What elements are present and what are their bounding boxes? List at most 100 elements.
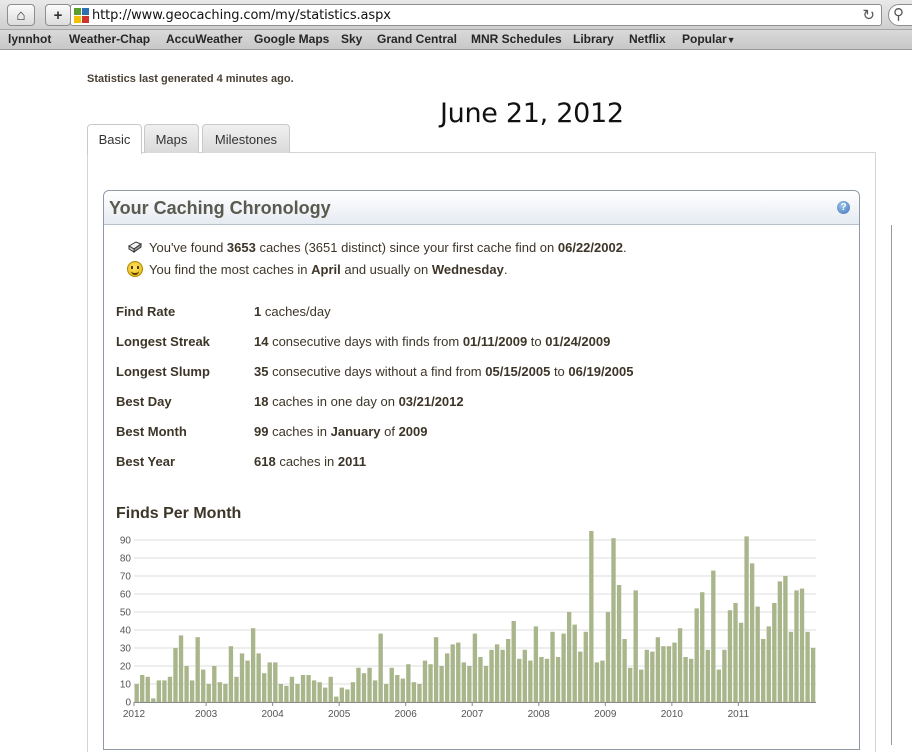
bar-2010-06 [666, 646, 672, 702]
bar-2010-03 [650, 651, 655, 702]
bookmark-netflix[interactable]: Netflix [629, 32, 666, 46]
url-text[interactable]: http://www.geocaching.com/my/statistics.… [92, 8, 391, 23]
bar-2011-07 [738, 622, 744, 702]
home-icon[interactable]: ⌂ [7, 4, 35, 26]
bookmark-weather-chap[interactable]: Weather-Chap [69, 32, 150, 46]
bar-2012-02 [777, 581, 783, 702]
address-bar[interactable]: http://www.geocaching.com/my/statistics.… [70, 4, 882, 26]
bar-2007-02 [445, 653, 450, 702]
tab-basic[interactable]: Basic [87, 124, 142, 154]
bookmark-mnr-schedules[interactable]: MNR Schedules [471, 32, 562, 46]
bar-2005-08 [345, 689, 350, 702]
bar-2012-01 [772, 603, 777, 702]
stat-value: 35 consecutive days without a find from … [254, 364, 634, 379]
bar-2006-01 [372, 680, 378, 702]
bar-2003-03 [184, 666, 189, 702]
x-tick-label: 2005 [328, 709, 351, 720]
bar-2008-06 [533, 626, 539, 702]
search-field[interactable]: ⚲ [888, 4, 912, 26]
bar-2002-09 [151, 698, 156, 702]
bookmark-library[interactable]: Library [573, 32, 614, 46]
bar-2011-02 [711, 570, 716, 702]
bar-2011-03 [716, 669, 722, 702]
bar-2008-10 [555, 657, 561, 702]
y-tick-label: 0 [125, 698, 131, 709]
bar-2002-10 [156, 680, 162, 702]
bar-2007-08 [478, 657, 483, 702]
frequency-summary: You find the most caches in April and us… [149, 262, 508, 277]
bookmark-grand-central[interactable]: Grand Central [377, 32, 457, 46]
bar-2007-01 [439, 666, 444, 702]
help-icon[interactable]: ? [837, 201, 850, 214]
bar-2007-11 [494, 644, 500, 702]
bookmark-google-maps[interactable]: Google Maps [254, 32, 329, 46]
add-bookmark-button[interactable]: + [45, 4, 71, 26]
bar-2005-12 [367, 667, 372, 702]
bar-2010-09 [683, 657, 688, 702]
bar-2004-06 [267, 662, 272, 702]
bar-2004-09 [284, 685, 289, 702]
bookmark-lynnhot[interactable]: lynnhot [8, 32, 51, 46]
reload-icon[interactable]: ↻ [862, 6, 875, 24]
bar-2009-02 [578, 651, 583, 702]
bar-2002-12 [167, 676, 173, 702]
bar-2006-10 [422, 660, 428, 702]
bar-2003-08 [212, 666, 217, 702]
bar-2004-01 [239, 653, 245, 702]
bar-2011-10 [755, 606, 760, 702]
bar-2011-08 [744, 536, 749, 702]
stat-label: Longest Streak [116, 334, 210, 349]
bar-2004-10 [289, 676, 295, 702]
bar-2009-01 [572, 624, 577, 702]
bar-2003-11 [228, 646, 234, 702]
bar-2009-06 [600, 660, 605, 702]
bar-2008-03 [517, 658, 522, 702]
bar-2010-08 [677, 628, 683, 702]
bar-2008-02 [511, 621, 516, 702]
bookmark-popular[interactable]: Popular▼ [682, 32, 736, 46]
bar-2008-01 [505, 639, 511, 702]
bar-2006-12 [433, 637, 439, 702]
bar-2006-09 [417, 684, 422, 702]
stat-label: Best Month [116, 424, 187, 439]
bar-2003-04 [189, 680, 195, 702]
tab-maps[interactable]: Maps [144, 124, 199, 153]
generated-note: Statistics last generated 4 minutes ago. [87, 73, 294, 85]
bar-2010-10 [688, 658, 694, 702]
bar-2008-09 [550, 631, 555, 702]
bar-2010-12 [700, 592, 705, 702]
bar-2010-05 [661, 646, 666, 702]
bar-2005-01 [306, 675, 311, 702]
stat-value: 99 caches in January of 2009 [254, 424, 428, 439]
bar-2006-04 [389, 667, 394, 702]
bar-2005-04 [323, 687, 328, 702]
bar-2006-02 [378, 633, 383, 702]
tab-milestones[interactable]: Milestones [202, 124, 290, 153]
stat-label: Find Rate [116, 304, 176, 319]
stat-label: Best Year [116, 454, 176, 469]
bar-2006-07 [406, 664, 411, 702]
bar-2004-08 [278, 684, 284, 702]
y-tick-label: 60 [120, 590, 132, 601]
bar-2009-05 [594, 662, 600, 702]
x-tick-label: 2011 [728, 709, 750, 720]
panel-header: Your Caching Chronology ? [104, 191, 859, 225]
bar-2002-11 [162, 680, 167, 702]
chart-title: Finds Per Month [116, 505, 242, 522]
bar-2005-02 [311, 680, 317, 702]
bar-2006-06 [400, 678, 405, 702]
y-tick-label: 30 [120, 644, 132, 655]
bookmarks-bar: lynnhot Weather-Chap AccuWeather Google … [0, 30, 912, 50]
bar-2004-02 [245, 660, 250, 702]
bar-2005-03 [317, 682, 322, 702]
bar-2012-06 [799, 588, 805, 702]
bar-2005-07 [339, 687, 344, 702]
divider [891, 225, 892, 745]
x-tick-label: 2010 [661, 709, 684, 720]
bar-2009-12 [633, 590, 638, 702]
bookmark-sky[interactable]: Sky [341, 32, 362, 46]
y-tick-label: 50 [120, 608, 132, 619]
bookmark-accuweather[interactable]: AccuWeather [166, 32, 242, 46]
bar-2003-05 [195, 637, 200, 702]
smiley-icon [127, 261, 143, 277]
